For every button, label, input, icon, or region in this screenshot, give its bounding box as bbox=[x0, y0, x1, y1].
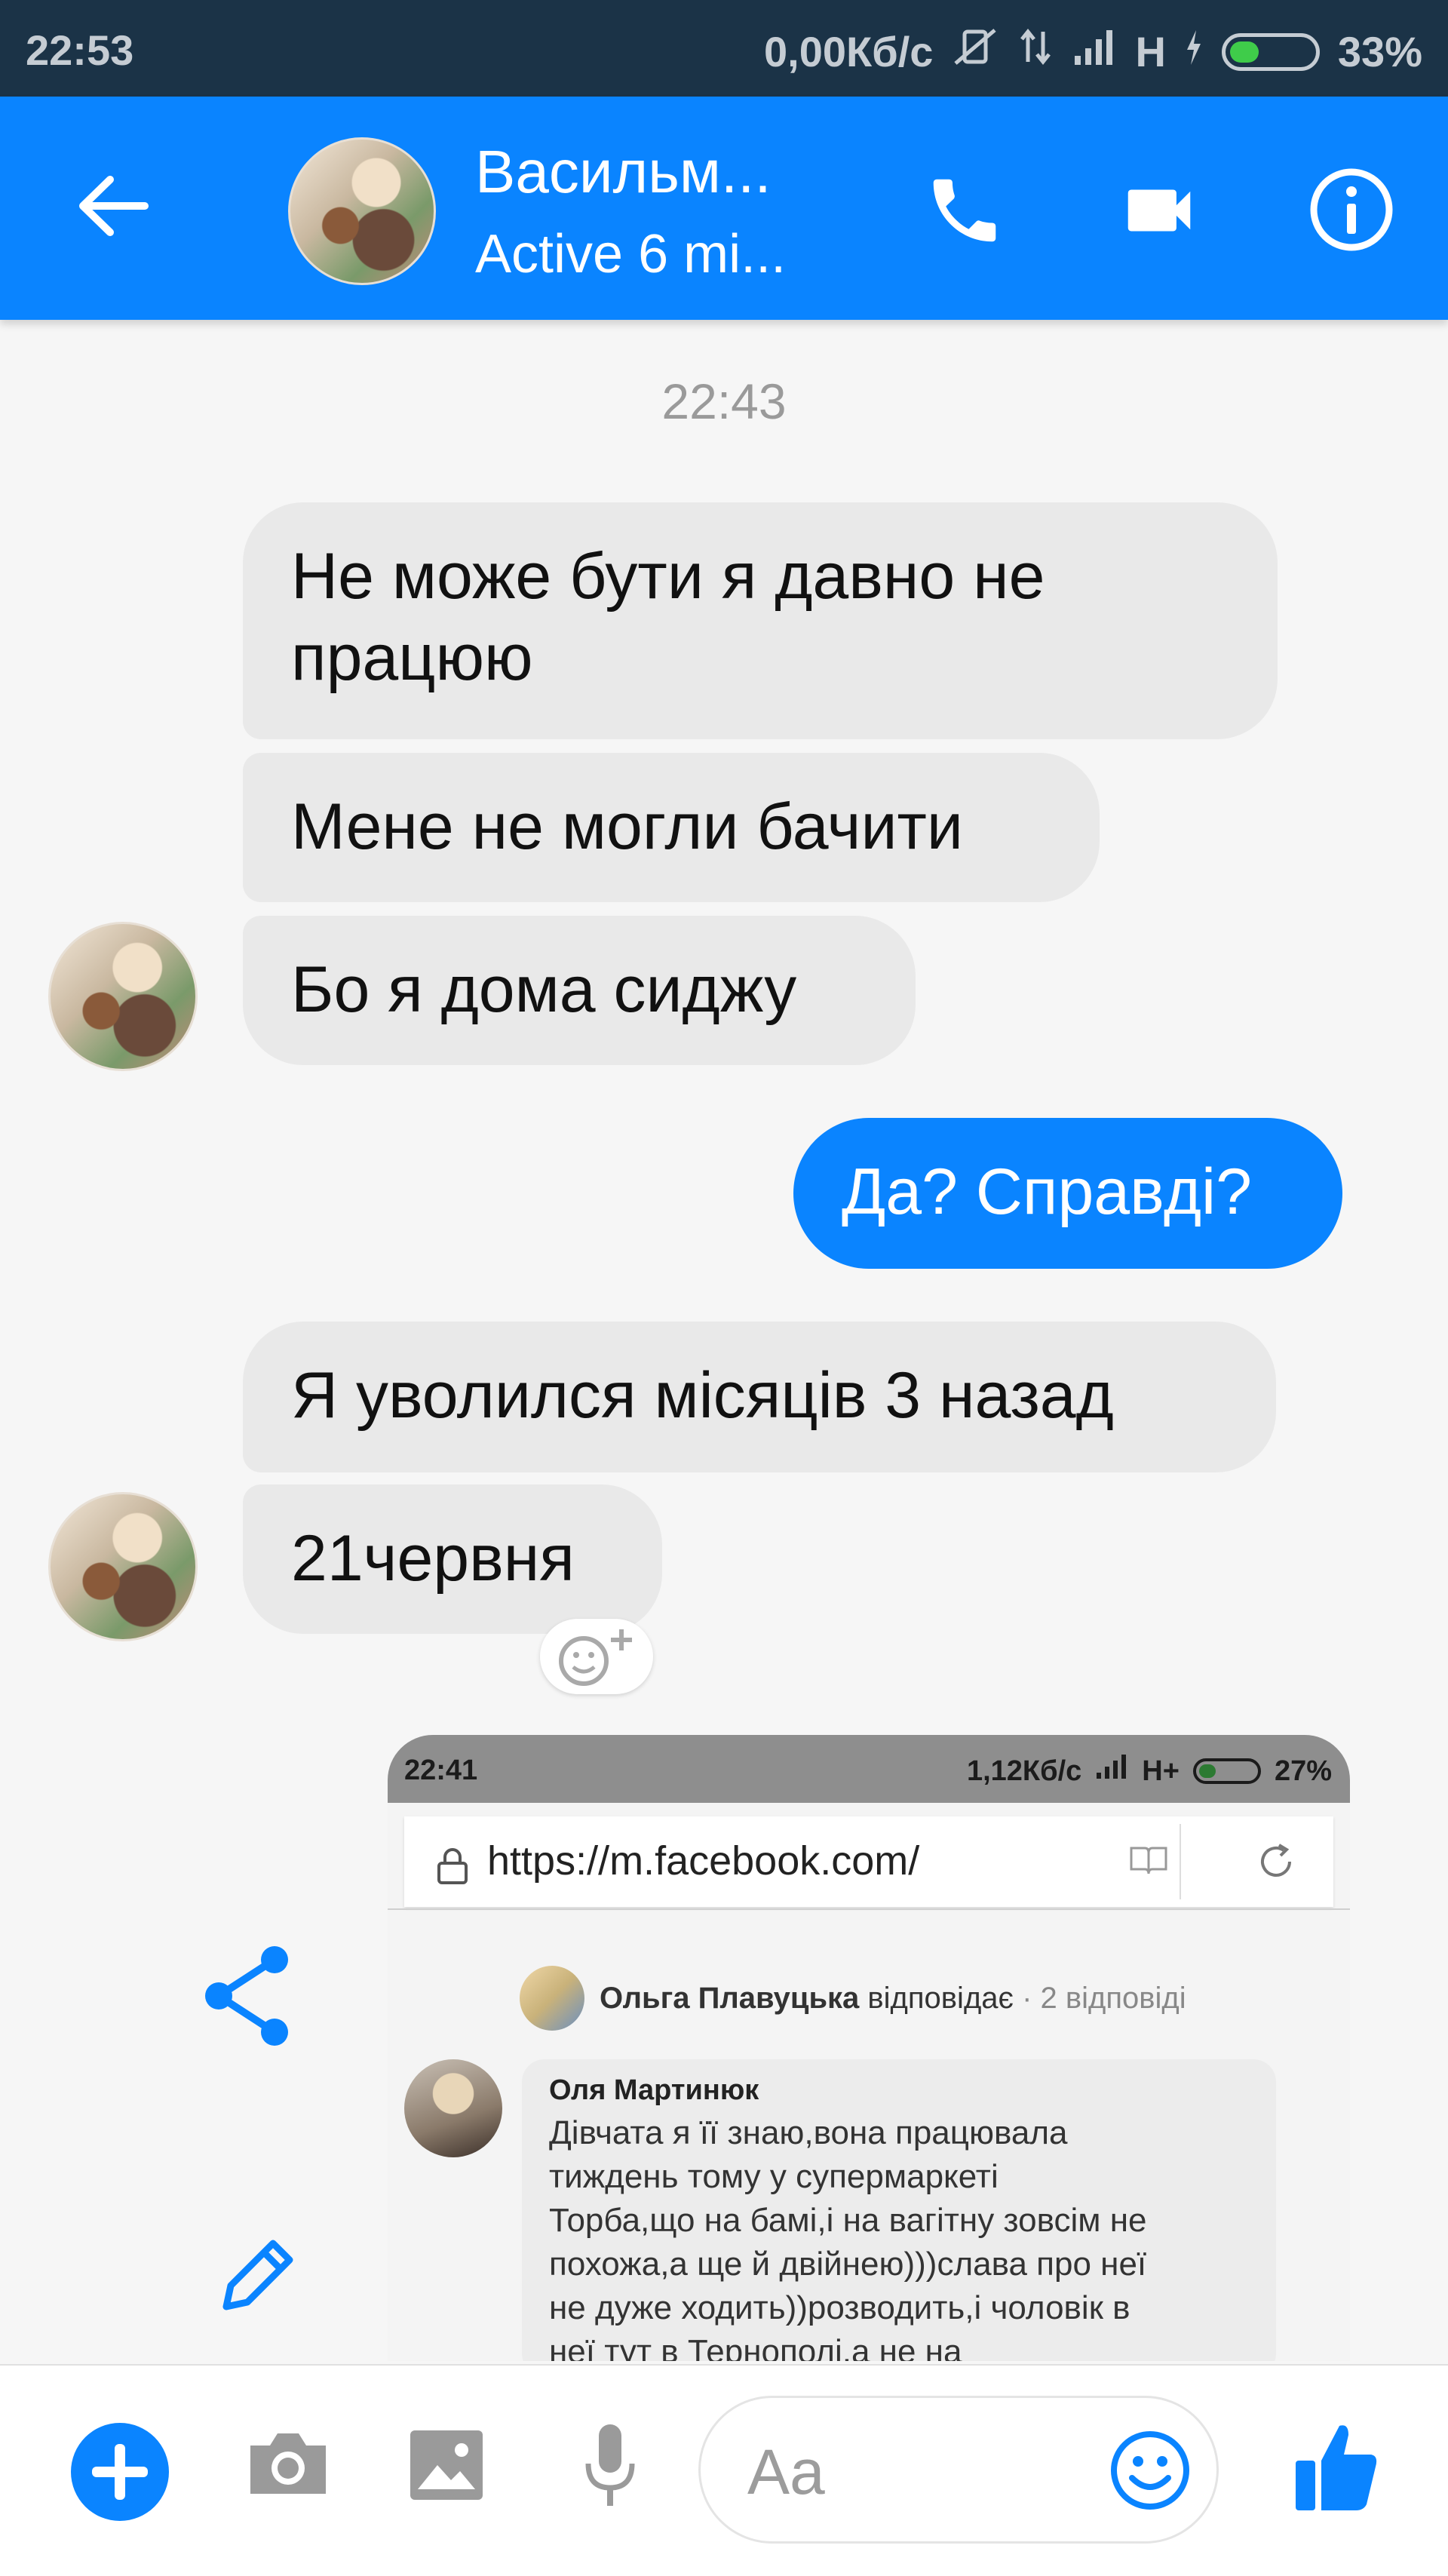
charging-icon bbox=[1184, 27, 1204, 76]
message-text: Не може бути я давно не працюю bbox=[291, 540, 1045, 694]
message-input[interactable]: Aa bbox=[698, 2396, 1219, 2544]
microphone-icon[interactable] bbox=[584, 2421, 637, 2516]
signal-icon bbox=[1072, 27, 1117, 76]
message-bubble-incoming[interactable]: 21червня bbox=[243, 1485, 662, 1634]
info-icon[interactable] bbox=[1308, 166, 1395, 257]
network-type: H bbox=[1135, 28, 1166, 75]
message-input-placeholder: Aa bbox=[747, 2436, 825, 2507]
message-bubble-outgoing[interactable]: Да? Справді? bbox=[793, 1118, 1342, 1269]
contact-name[interactable]: Васильм... bbox=[475, 137, 772, 207]
message-text: Бо я дома сиджу bbox=[291, 953, 797, 1026]
comment-text: Дівчата я її знаю,вона працювала тиждень… bbox=[549, 2114, 1147, 2361]
add-reaction-button[interactable] bbox=[540, 1619, 653, 1694]
phone-icon[interactable] bbox=[923, 169, 1006, 256]
camera-icon[interactable] bbox=[244, 2424, 332, 2504]
screenshot-time: 22:41 bbox=[404, 1755, 478, 1786]
plus-icon[interactable] bbox=[71, 2423, 169, 2521]
reload-icon bbox=[1256, 1842, 1296, 1885]
replier-name: Ольга Плавуцька bbox=[600, 1981, 860, 2015]
message-timestamp: 22:43 bbox=[661, 373, 787, 429]
screenshot-signal-icon bbox=[1095, 1755, 1128, 1788]
message-bubble-incoming[interactable]: Мене не могли бачити bbox=[243, 753, 1100, 902]
thumbs-up-icon[interactable] bbox=[1291, 2418, 1382, 2520]
battery-percent: 33% bbox=[1337, 28, 1422, 75]
message-text: Да? Справді? bbox=[842, 1156, 1252, 1228]
reply-summary: Ольга Плавуцька відповідає · 2 відповіді bbox=[520, 1966, 1186, 2031]
browser-url-bar: https://m.facebook.com/ bbox=[404, 1816, 1333, 1907]
screenshot-battery-icon bbox=[1192, 1758, 1261, 1784]
replier-avatar bbox=[520, 1966, 584, 2031]
message-bubble-incoming[interactable]: Я уволился місяців 3 назад bbox=[243, 1322, 1276, 1472]
video-camera-icon[interactable] bbox=[1118, 169, 1201, 256]
battery-icon bbox=[1221, 32, 1320, 71]
comment-box: Оля Мартинюк Дівчата я її знаю,вона прац… bbox=[522, 2059, 1276, 2361]
status-time: 22:53 bbox=[26, 26, 134, 74]
lock-icon bbox=[436, 1847, 469, 1888]
gallery-icon[interactable] bbox=[407, 2427, 486, 2507]
reader-mode-icon bbox=[1128, 1844, 1169, 1881]
status-bar: 22:53 0,00Кб/с H 33% bbox=[0, 0, 1448, 97]
sender-avatar[interactable] bbox=[48, 922, 198, 1071]
contact-avatar[interactable] bbox=[288, 137, 436, 285]
chat-header: Васильм... Active 6 mi... bbox=[0, 97, 1448, 320]
screenshot-status-bar: 22:41 1,12Кб/с H+ 27% bbox=[388, 1735, 1350, 1803]
message-bubble-incoming[interactable]: Бо я дома сиджу bbox=[243, 916, 916, 1065]
edit-pencil-icon[interactable] bbox=[211, 2231, 302, 2326]
screenshot-network: H+ bbox=[1142, 1755, 1180, 1787]
back-arrow-icon[interactable] bbox=[75, 172, 151, 244]
screenshot-battery-percent: 27% bbox=[1274, 1755, 1332, 1787]
vibrate-off-icon bbox=[951, 26, 999, 78]
shared-screenshot-image[interactable]: 22:41 1,12Кб/с H+ 27% https://m.facebook… bbox=[388, 1735, 1350, 2361]
browser-url: https://m.facebook.com/ bbox=[487, 1838, 920, 1884]
message-bubble-incoming[interactable]: Не може бути я давно не працюю bbox=[243, 502, 1278, 739]
add-reaction-icon bbox=[559, 1629, 632, 1686]
message-text: 21червня bbox=[291, 1522, 575, 1595]
sender-avatar[interactable] bbox=[48, 1492, 198, 1641]
url-bar-divider bbox=[1180, 1824, 1181, 1899]
screenshot-speed: 1,12Кб/с bbox=[966, 1755, 1082, 1787]
divider bbox=[388, 1908, 1350, 1910]
active-status: Active 6 mi... bbox=[475, 224, 787, 284]
reply-count: · 2 відповіді bbox=[1022, 1981, 1186, 2015]
comment-author: Оля Мартинюк bbox=[549, 2074, 759, 2106]
reply-action: відповідає bbox=[867, 1981, 1014, 2015]
status-right: 0,00Кб/с H 33% bbox=[764, 26, 1422, 78]
message-composer: Aa bbox=[0, 2364, 1448, 2576]
data-transfer-icon bbox=[1017, 26, 1054, 78]
share-icon[interactable] bbox=[202, 1943, 300, 2053]
network-speed: 0,00Кб/с bbox=[763, 28, 934, 75]
message-text: Я уволился місяців 3 назад bbox=[291, 1359, 1114, 1432]
message-text: Мене не могли бачити bbox=[291, 791, 963, 863]
emoji-icon[interactable] bbox=[1108, 2428, 1192, 2516]
commenter-avatar bbox=[404, 2059, 502, 2157]
